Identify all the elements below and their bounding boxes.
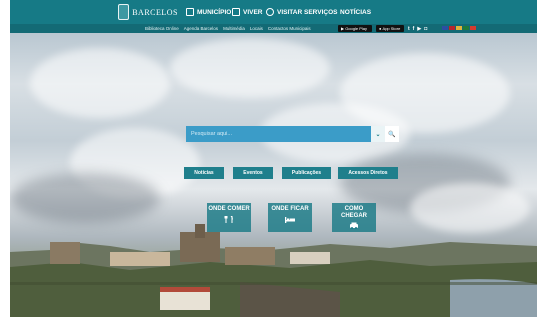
flag-fr-icon[interactable] bbox=[449, 26, 455, 30]
link-locais[interactable]: Locais bbox=[250, 26, 263, 31]
cutlery-icon bbox=[224, 215, 233, 223]
car-icon bbox=[350, 222, 358, 229]
crest-icon bbox=[118, 4, 130, 20]
google-play-badge[interactable]: ▶ Google Play bbox=[338, 25, 372, 32]
brand-name: BARCELOS bbox=[132, 7, 178, 17]
building-icon bbox=[186, 8, 194, 16]
twitter-icon[interactable]: t bbox=[408, 26, 410, 32]
nav-item-noticias[interactable]: NOTÍCIAS bbox=[340, 0, 371, 24]
search-icon[interactable]: 🔍 bbox=[385, 126, 399, 142]
link-contactos[interactable]: Contactos Municipais bbox=[268, 26, 311, 31]
noticias-button[interactable]: Notícias bbox=[184, 167, 224, 179]
social-links: t f ▶ ◘ bbox=[408, 25, 427, 32]
instagram-icon[interactable]: ◘ bbox=[424, 26, 427, 32]
nav-label: SERVIÇOS bbox=[304, 8, 338, 16]
flag-pt-icon[interactable] bbox=[463, 26, 469, 30]
main-header: BARCELOS MUNICÍPIO VIVER VISITAR SERVIÇO… bbox=[10, 0, 537, 24]
app-store-label: App Store bbox=[382, 26, 401, 31]
nav-label: NOTÍCIAS bbox=[340, 8, 372, 16]
secondary-links: Biblioteca Online Agenda Barcelos Multim… bbox=[145, 24, 311, 33]
tile-label: ONDE COMER bbox=[208, 206, 250, 212]
tile-label: COMO CHEGAR bbox=[340, 206, 367, 219]
onde-ficar-tile[interactable]: ONDE FICAR bbox=[268, 203, 312, 232]
nav-item-visitar[interactable]: VISITAR bbox=[266, 0, 302, 24]
flag-es-icon[interactable] bbox=[456, 26, 462, 30]
nav-label: VIVER bbox=[243, 8, 263, 16]
google-play-label: Google Play bbox=[345, 26, 367, 31]
tile-label: ONDE FICAR bbox=[271, 206, 309, 212]
language-flags bbox=[442, 26, 476, 30]
facebook-icon[interactable]: f bbox=[413, 26, 415, 32]
bed-icon bbox=[285, 216, 295, 223]
compass-icon bbox=[266, 8, 274, 16]
search-input[interactable] bbox=[186, 126, 371, 142]
nav-label: MUNICÍPIO bbox=[197, 8, 232, 16]
nav-item-servicos[interactable]: SERVIÇOS bbox=[304, 0, 337, 24]
search-bar: ⌄ 🔍 bbox=[186, 126, 399, 142]
page: BARCELOS MUNICÍPIO VIVER VISITAR SERVIÇO… bbox=[10, 0, 537, 317]
hero-background-image bbox=[10, 33, 537, 317]
link-biblioteca[interactable]: Biblioteca Online bbox=[145, 26, 179, 31]
acessos-diretos-button[interactable]: Acessos Diretos bbox=[338, 167, 398, 179]
nav-label: VISITAR bbox=[277, 8, 303, 16]
nav-item-viver[interactable]: VIVER bbox=[232, 0, 263, 24]
app-store-badge[interactable]: ● App Store bbox=[376, 25, 404, 32]
nav-item-municipio[interactable]: MUNICÍPIO bbox=[186, 0, 231, 24]
chevron-down-icon[interactable]: ⌄ bbox=[371, 126, 385, 142]
flag-en-icon[interactable] bbox=[442, 26, 448, 30]
municipality-logo[interactable]: BARCELOS bbox=[118, 3, 178, 21]
city-icon bbox=[232, 8, 240, 16]
onde-comer-tile[interactable]: ONDE COMER bbox=[207, 203, 251, 232]
youtube-icon[interactable]: ▶ bbox=[417, 26, 421, 32]
publicacoes-button[interactable]: Publicações bbox=[282, 167, 331, 179]
town-landscape bbox=[10, 224, 537, 317]
como-chegar-tile[interactable]: COMO CHEGAR bbox=[332, 203, 376, 232]
eventos-button[interactable]: Eventos bbox=[233, 167, 273, 179]
link-agenda[interactable]: Agenda Barcelos bbox=[184, 26, 218, 31]
flag-de-icon[interactable] bbox=[470, 26, 476, 30]
secondary-bar: Biblioteca Online Agenda Barcelos Multim… bbox=[10, 24, 537, 33]
link-multimedia[interactable]: Multimédia bbox=[223, 26, 245, 31]
